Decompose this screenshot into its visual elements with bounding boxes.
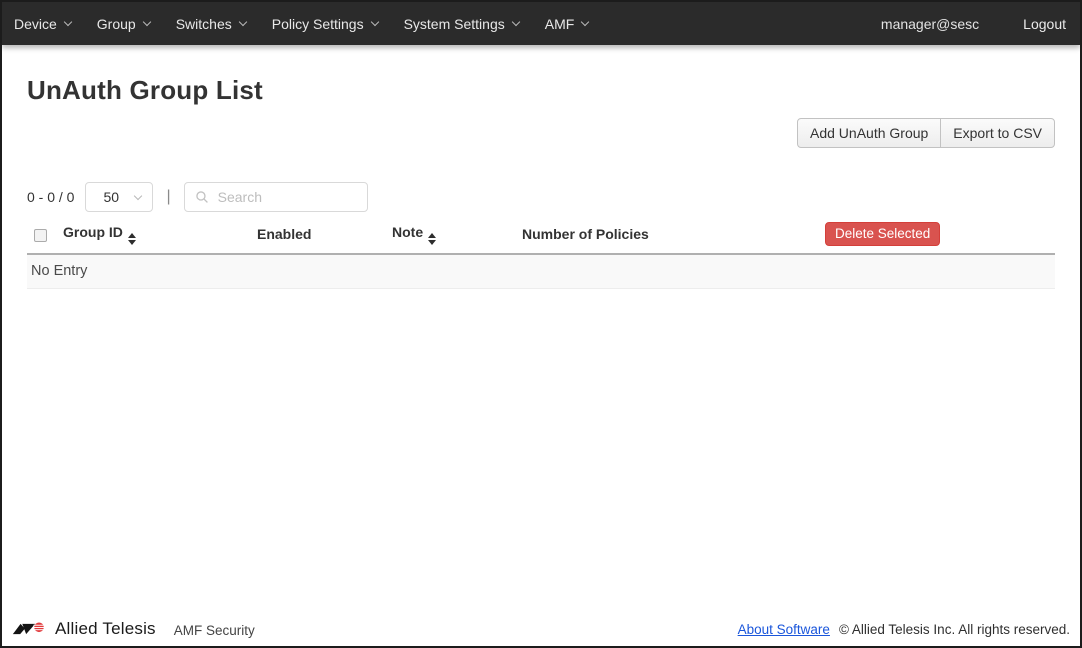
column-header-group-id[interactable]: Group ID [55, 220, 249, 254]
main-content: UnAuth Group List Add UnAuth Group Expor… [2, 45, 1080, 616]
allied-telesis-logo-icon [12, 620, 48, 638]
table-header-row: Group ID Enabled Note Number of Policies [27, 220, 1055, 254]
product-name: AMF Security [174, 623, 255, 638]
nav-menu-amf[interactable]: AMF [532, 2, 602, 45]
nav-menu-label: System Settings [404, 16, 505, 32]
export-to-csv-button[interactable]: Export to CSV [940, 118, 1055, 148]
sort-icon[interactable] [128, 233, 136, 245]
nav-menu-label: Device [14, 16, 57, 32]
app-window: Device Group Switches Policy Settings Sy… [0, 0, 1082, 648]
toolbar-separator: | [164, 188, 172, 206]
page-title: UnAuth Group List [27, 75, 1055, 106]
logout-button[interactable]: Logout [1009, 16, 1080, 32]
column-header-enabled: Enabled [249, 220, 384, 254]
add-unauth-group-button[interactable]: Add UnAuth Group [797, 118, 941, 148]
nav-menu-system-settings[interactable]: System Settings [391, 2, 532, 45]
about-software-link[interactable]: About Software [738, 622, 830, 637]
unauth-group-table: Group ID Enabled Note Number of Policies [27, 220, 1055, 289]
search-icon [195, 190, 209, 204]
chevron-down-icon [581, 17, 589, 25]
column-header-actions: Delete Selected [817, 220, 1055, 254]
chevron-down-icon [511, 17, 519, 25]
search-input[interactable] [216, 188, 357, 206]
chevron-down-icon [239, 17, 247, 25]
page-size-value: 50 [103, 189, 119, 205]
list-toolbar: 0 - 0 / 0 50 | [27, 182, 1055, 212]
sort-icon[interactable] [428, 233, 436, 245]
chevron-down-icon [134, 192, 142, 200]
nav-menu-switches[interactable]: Switches [163, 2, 259, 45]
chevron-down-icon [142, 17, 150, 25]
search-box [184, 182, 368, 212]
delete-selected-button[interactable]: Delete Selected [825, 222, 940, 246]
top-navbar: Device Group Switches Policy Settings Sy… [2, 2, 1080, 45]
nav-menu-policy-settings[interactable]: Policy Settings [259, 2, 391, 45]
nav-menu-label: Group [97, 16, 136, 32]
chevron-down-icon [370, 17, 378, 25]
copyright-text: © Allied Telesis Inc. All rights reserve… [839, 622, 1070, 637]
page-size-select[interactable]: 50 [85, 182, 153, 212]
navbar-right: manager@sesc Logout [871, 2, 1080, 45]
select-all-checkbox[interactable] [34, 229, 47, 242]
nav-menu-label: AMF [545, 16, 575, 32]
page-actions: Add UnAuth Group Export to CSV [27, 118, 1055, 148]
pagination-range: 0 - 0 / 0 [27, 189, 74, 205]
chevron-down-icon [64, 17, 72, 25]
column-header-note[interactable]: Note [384, 220, 514, 254]
nav-menu-group[interactable]: Group [84, 2, 163, 45]
nav-menu-label: Policy Settings [272, 16, 364, 32]
logged-in-user: manager@sesc [871, 16, 1009, 32]
no-entry-text: No Entry [27, 254, 1055, 289]
nav-menu-device[interactable]: Device [2, 2, 84, 45]
footer-right: About Software © Allied Telesis Inc. All… [738, 622, 1070, 637]
brand-name: Allied Telesis [55, 619, 156, 639]
footer: Allied Telesis AMF Security About Softwa… [2, 616, 1080, 646]
empty-row: No Entry [27, 254, 1055, 289]
nav-menu-label: Switches [176, 16, 232, 32]
footer-brand: Allied Telesis AMF Security [12, 619, 255, 639]
column-header-number-of-policies: Number of Policies [514, 220, 817, 254]
